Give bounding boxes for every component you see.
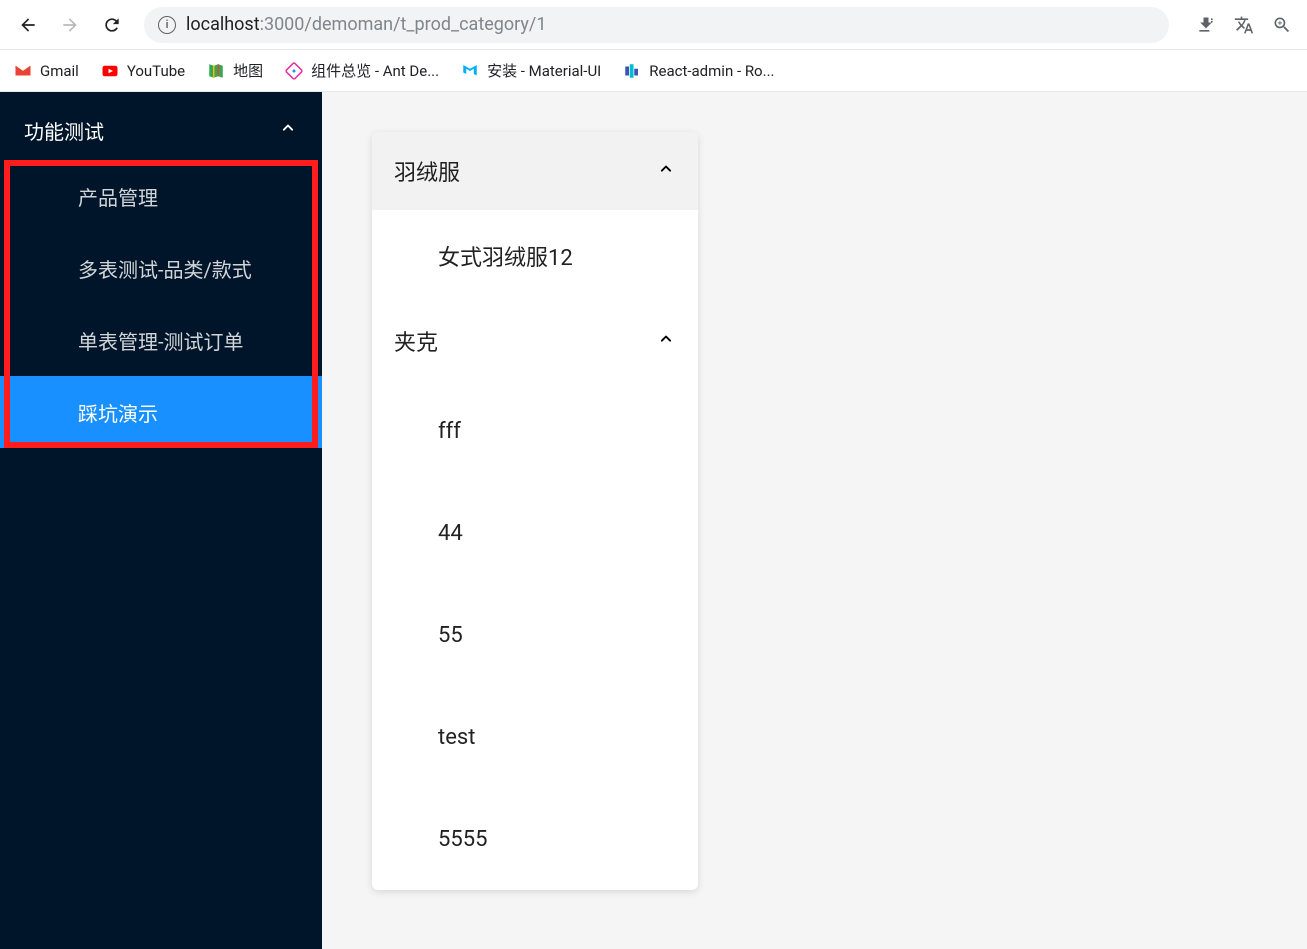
mui-icon	[461, 62, 479, 80]
url-display: localhost:3000/demoman/t_prod_category/1	[186, 14, 546, 35]
list-item-label: fff	[438, 419, 461, 444]
bookmark-youtube[interactable]: YouTube	[101, 62, 185, 80]
list-item-label: 女式羽绒服12	[438, 240, 573, 272]
sidebar-item-label: 单表管理-测试订单	[78, 326, 244, 355]
sidebar-item-multi-table[interactable]: 多表测试-品类/款式	[0, 232, 322, 304]
reload-button[interactable]	[94, 7, 130, 43]
list-item-label: test	[438, 725, 475, 750]
panel-section-header-down-jacket[interactable]: 羽绒服	[372, 132, 698, 210]
main-content: 羽绒服 女式羽绒服12 夹克 fff 44 55	[322, 92, 1307, 949]
maps-icon	[207, 62, 225, 80]
arrow-right-icon	[60, 15, 80, 35]
list-item-label: 44	[438, 521, 463, 546]
reload-icon	[102, 15, 122, 35]
arrow-left-icon	[18, 15, 38, 35]
info-icon[interactable]: i	[158, 16, 176, 34]
sidebar-item-label: 踩坑演示	[78, 398, 158, 427]
sidebar: 功能测试 产品管理 多表测试-品类/款式 单表管理-测试订单 踩坑演示	[0, 92, 322, 949]
sidebar-item-pitfall-demo[interactable]: 踩坑演示	[0, 376, 322, 448]
gmail-icon	[14, 62, 32, 80]
bookmarks-bar: Gmail YouTube 地图 组件总览 - Ant De... 安装 - M…	[0, 50, 1307, 92]
bookmark-maps[interactable]: 地图	[207, 60, 263, 81]
panel-section-header-jacket[interactable]: 夹克	[372, 302, 698, 380]
zoom-icon[interactable]	[1267, 10, 1297, 40]
category-panel: 羽绒服 女式羽绒服12 夹克 fff 44 55	[372, 132, 698, 890]
sidebar-item-product-mgmt[interactable]: 产品管理	[0, 160, 322, 232]
list-item-label: 55	[438, 623, 463, 648]
sidebar-item-label: 产品管理	[78, 182, 158, 211]
panel-section-title: 夹克	[394, 325, 438, 357]
install-app-icon[interactable]	[1191, 10, 1221, 40]
list-item[interactable]: 44	[372, 482, 698, 584]
bookmark-antd[interactable]: 组件总览 - Ant De...	[285, 60, 439, 81]
chevron-up-icon	[278, 118, 298, 142]
react-admin-icon	[623, 62, 641, 80]
back-button[interactable]	[10, 7, 46, 43]
bookmark-label: 安装 - Material-UI	[487, 60, 601, 81]
toolbar-right	[1191, 10, 1297, 40]
list-item[interactable]: 女式羽绒服12	[372, 210, 698, 302]
list-item[interactable]: 55	[372, 584, 698, 686]
sidebar-item-single-table[interactable]: 单表管理-测试订单	[0, 304, 322, 376]
panel-section-title: 羽绒服	[394, 155, 460, 187]
sidebar-item-label: 多表测试-品类/款式	[78, 254, 252, 283]
youtube-icon	[101, 62, 119, 80]
bookmark-gmail[interactable]: Gmail	[14, 62, 79, 80]
list-item-label: 5555	[438, 827, 487, 852]
bookmark-label: YouTube	[127, 62, 185, 80]
sidebar-submenu: 产品管理 多表测试-品类/款式 单表管理-测试订单 踩坑演示	[0, 160, 322, 448]
address-bar[interactable]: i localhost:3000/demoman/t_prod_category…	[144, 7, 1169, 43]
sidebar-group-label: 功能测试	[24, 116, 104, 145]
url-host: localhost	[186, 14, 260, 35]
sidebar-group-header[interactable]: 功能测试	[0, 100, 322, 160]
antd-icon	[285, 62, 303, 80]
forward-button[interactable]	[52, 7, 88, 43]
bookmark-mui[interactable]: 安装 - Material-UI	[461, 60, 601, 81]
bookmark-label: 组件总览 - Ant De...	[311, 60, 439, 81]
list-item[interactable]: fff	[372, 380, 698, 482]
bookmark-react-admin[interactable]: React-admin - Ro...	[623, 62, 774, 80]
chevron-up-icon	[656, 329, 676, 353]
list-item[interactable]: test	[372, 686, 698, 788]
app-container: 功能测试 产品管理 多表测试-品类/款式 单表管理-测试订单 踩坑演示	[0, 92, 1307, 949]
chevron-up-icon	[656, 159, 676, 183]
translate-icon[interactable]	[1229, 10, 1259, 40]
browser-toolbar: i localhost:3000/demoman/t_prod_category…	[0, 0, 1307, 50]
list-item[interactable]: 5555	[372, 788, 698, 890]
bookmark-label: React-admin - Ro...	[649, 62, 774, 80]
url-path: :3000/demoman/t_prod_category/1	[260, 14, 547, 35]
bookmark-label: Gmail	[40, 62, 79, 80]
bookmark-label: 地图	[233, 60, 263, 81]
